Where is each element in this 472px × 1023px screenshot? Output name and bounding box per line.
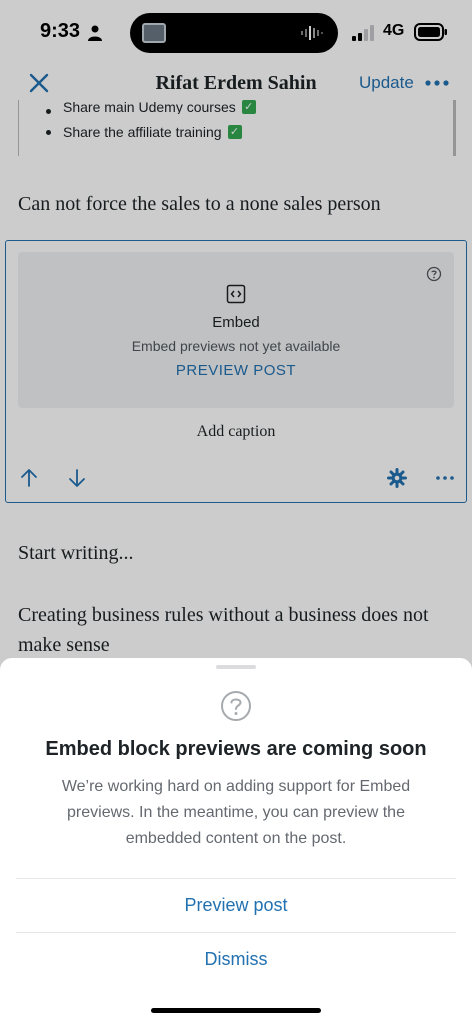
embed-info-sheet: Embed block previews are coming soon We’…: [0, 658, 472, 1023]
preview-post-button[interactable]: Preview post: [0, 895, 472, 916]
sheet-body: We’re working hard on adding support for…: [61, 778, 411, 847]
home-indicator[interactable]: [151, 1008, 321, 1013]
sheet-title: Embed block previews are coming soon: [45, 738, 427, 760]
sheet-grabber[interactable]: [216, 665, 256, 669]
dismiss-button[interactable]: Dismiss: [0, 949, 472, 970]
divider: [16, 932, 456, 933]
help-icon: [221, 691, 251, 721]
divider: [16, 878, 456, 879]
